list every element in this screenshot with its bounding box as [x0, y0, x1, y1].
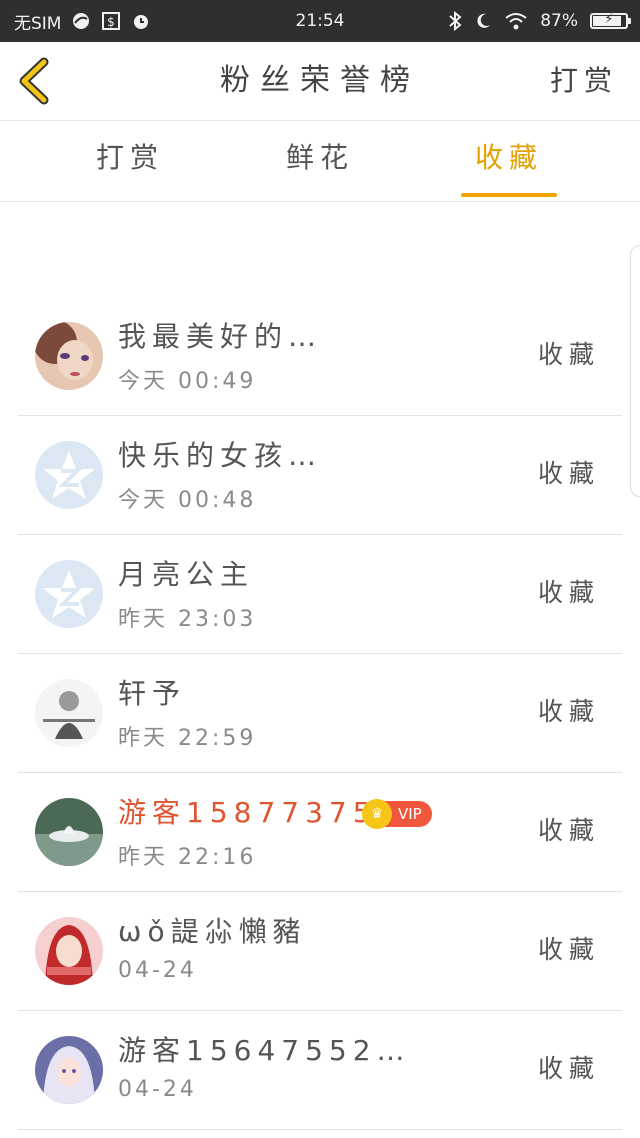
- fan-time: 昨天 22:16: [118, 845, 257, 870]
- list-item[interactable]: 轩予 昨天 22:59 收藏: [18, 654, 622, 773]
- avatar: [35, 441, 103, 509]
- avatar: [35, 1036, 103, 1104]
- fan-name: 快乐的女孩…: [118, 439, 323, 472]
- battery-percent: 87%: [540, 11, 578, 31]
- favorite-action[interactable]: 收藏: [538, 454, 600, 490]
- tab-flowers[interactable]: 鲜花: [260, 121, 380, 201]
- app-header: 粉丝荣誉榜 打赏: [0, 42, 640, 121]
- avatar: [35, 560, 103, 628]
- vip-label: VIP: [398, 805, 422, 823]
- wifi-icon: [504, 12, 528, 30]
- moon-icon: [474, 12, 492, 30]
- avatar: [35, 798, 103, 866]
- avatar: [35, 917, 103, 985]
- list-item[interactable]: 我最美好的… 今天 00:49 收藏: [18, 297, 622, 416]
- bluetooth-icon: [448, 11, 462, 31]
- tab-label: 鲜花: [285, 141, 354, 174]
- tab-label: 收藏: [474, 141, 543, 174]
- status-right: 87% ⚡: [448, 0, 631, 42]
- fan-time: 今天 00:48: [118, 488, 257, 513]
- favorite-action[interactable]: 收藏: [538, 930, 600, 966]
- list-item[interactable]: 月亮公主 昨天 23:03 收藏: [18, 535, 622, 654]
- list-item[interactable]: 游客15877375… ♛ VIP 昨天 22:16 收藏: [18, 773, 622, 892]
- tab-tip[interactable]: 打赏: [70, 121, 190, 201]
- fan-name: 轩予: [118, 677, 187, 710]
- favorite-action[interactable]: 收藏: [538, 573, 600, 609]
- fan-name: 我最美好的…: [118, 320, 323, 353]
- favorite-action[interactable]: 收藏: [538, 1049, 600, 1085]
- fan-time: 04-24: [118, 1077, 197, 1102]
- tab-bar: 打赏 鲜花 收藏: [0, 121, 640, 202]
- tab-favorites[interactable]: 收藏: [449, 121, 569, 201]
- fan-name: 月亮公主: [118, 558, 255, 591]
- battery-icon: ⚡: [590, 12, 631, 29]
- fan-time: 昨天 23:03: [118, 607, 257, 632]
- fan-name: 游客15647552…: [118, 1034, 411, 1067]
- crown-icon: ♛: [362, 799, 392, 829]
- side-drawer-handle[interactable]: [630, 245, 640, 497]
- fan-time: 今天 00:49: [118, 369, 257, 394]
- tip-button[interactable]: 打赏: [550, 42, 618, 120]
- avatar: [35, 679, 103, 747]
- status-bar: 无SIM $ 21:54 87% ⚡: [0, 0, 640, 42]
- favorite-action[interactable]: 收藏: [538, 811, 600, 847]
- vip-badge: ♛ VIP: [362, 799, 432, 829]
- favorite-action[interactable]: 收藏: [538, 335, 600, 371]
- fan-name: ωǒ諟尛懶豬: [118, 915, 307, 948]
- fan-list: 我最美好的… 今天 00:49 收藏 快乐的女孩… 今天 00:48 收藏 月亮…: [18, 297, 622, 1130]
- fan-time: 04-24: [118, 958, 197, 983]
- list-item[interactable]: 游客15647552… 04-24 收藏: [18, 1011, 622, 1130]
- fan-time: 昨天 22:59: [118, 726, 257, 751]
- charging-bolt-icon: ⚡: [604, 12, 614, 27]
- active-tab-indicator: [461, 193, 557, 197]
- page-title: 粉丝荣誉榜: [220, 63, 420, 98]
- favorite-action[interactable]: 收藏: [538, 692, 600, 728]
- list-item[interactable]: 快乐的女孩… 今天 00:48 收藏: [18, 416, 622, 535]
- tab-label: 打赏: [95, 141, 164, 174]
- list-item[interactable]: ωǒ諟尛懶豬 04-24 收藏: [18, 892, 622, 1011]
- avatar: [35, 322, 103, 390]
